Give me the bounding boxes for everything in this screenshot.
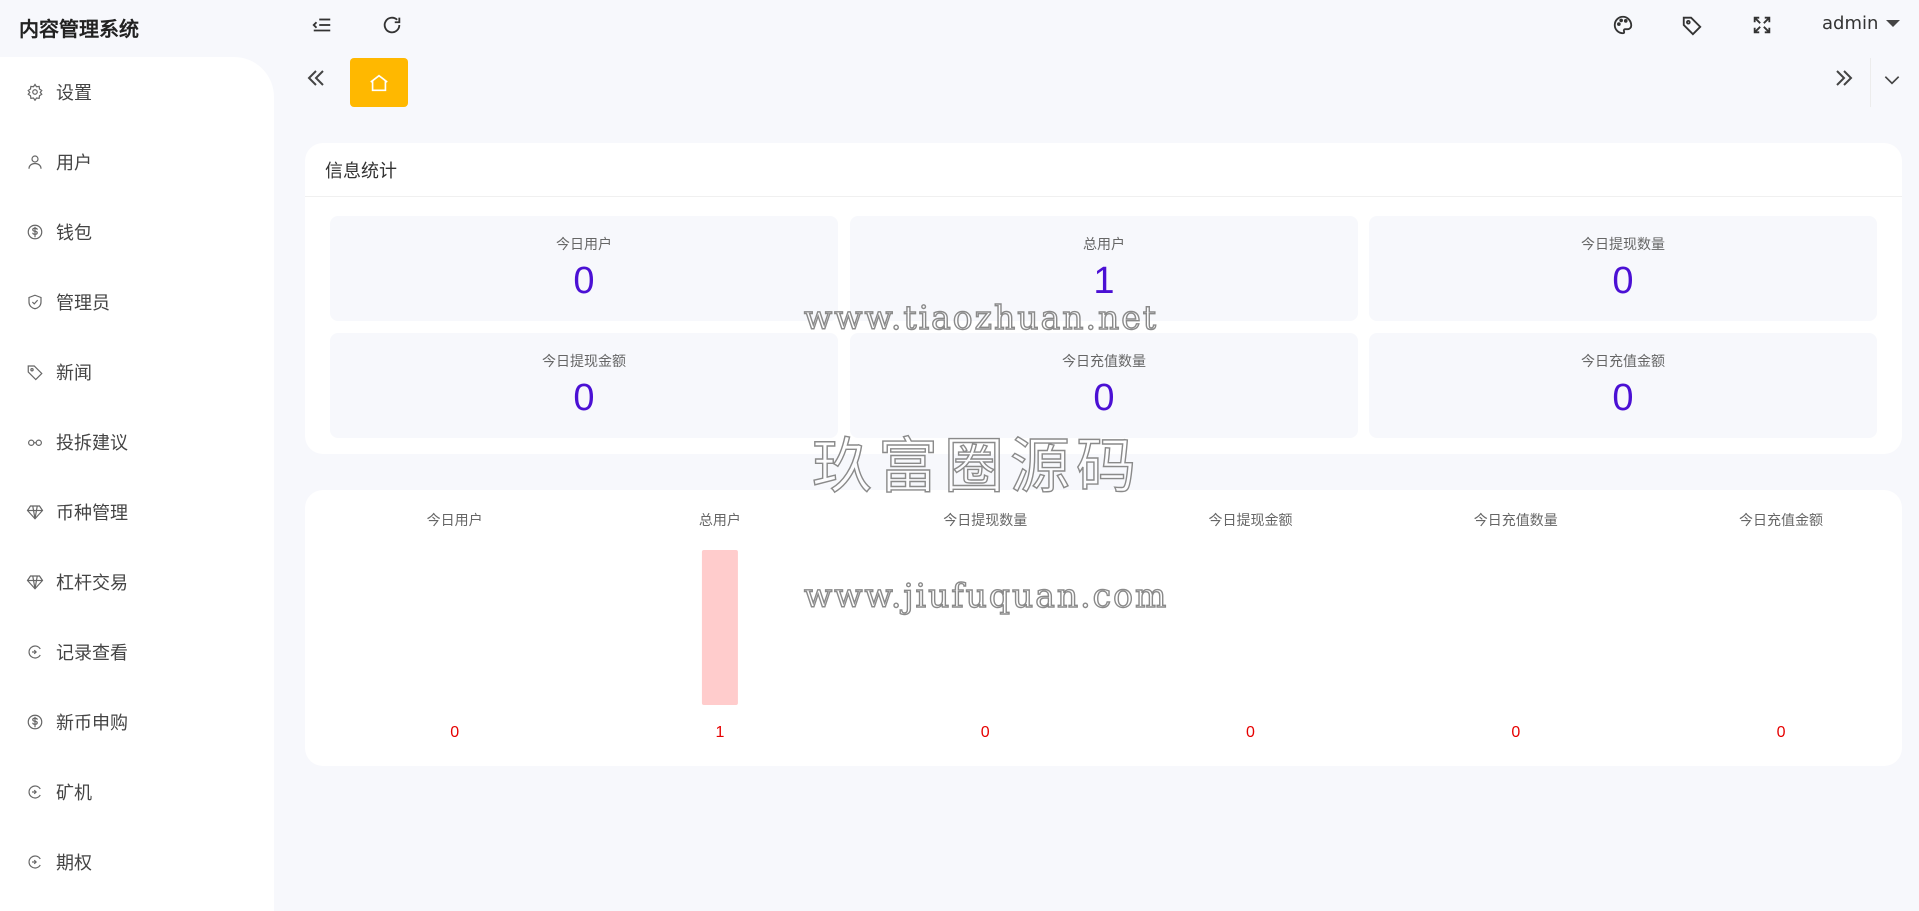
category-label: 今日充值数量 bbox=[1474, 513, 1558, 529]
sidebar-item-feedback[interactable]: 投拆建议 bbox=[0, 407, 274, 477]
tags-button[interactable] bbox=[1675, 8, 1709, 42]
stat-value: 1 bbox=[1093, 260, 1115, 302]
category-label: 今日提现金额 bbox=[1208, 513, 1292, 529]
circle-arrow-icon bbox=[26, 853, 44, 871]
chart-card: 今日用户 0 总用户 1 今日提现数量 0 今日提现金额 0 今日充值数量 0 今日充值金额 0 bbox=[305, 490, 1902, 766]
refresh-button[interactable] bbox=[375, 8, 409, 42]
stat-tile: 今日提现金额 0 bbox=[330, 333, 838, 438]
data-label: 0 bbox=[1511, 724, 1520, 741]
top-bar: 内容管理系统 admin bbox=[0, 0, 1919, 50]
stat-label: 今日充值数量 bbox=[1062, 354, 1146, 370]
stat-tile: 今日充值数量 0 bbox=[850, 333, 1358, 438]
circle-arrow-icon bbox=[26, 783, 44, 801]
sidebar-item-label: 新闻 bbox=[56, 363, 92, 384]
sidebar-item-label: 币种管理 bbox=[56, 503, 128, 524]
stat-tile: 今日用户 0 bbox=[330, 216, 838, 321]
dollar-circle-icon bbox=[26, 223, 44, 241]
stat-tile: 今日提现数量 0 bbox=[1369, 216, 1877, 321]
category-label: 今日提现数量 bbox=[943, 513, 1027, 529]
sidebar: 设置 用户 钱包 管理员 新闻 投拆建议 币种管理 杠杆交易 记录查看 新币申购… bbox=[0, 57, 274, 911]
double-chevron-left-icon bbox=[307, 70, 324, 86]
stat-tile: 总用户 1 bbox=[850, 216, 1358, 321]
sidebar-item-admin[interactable]: 管理员 bbox=[0, 267, 274, 337]
bar bbox=[701, 550, 738, 705]
tab-divider bbox=[1870, 58, 1871, 107]
stat-tile: 今日充值金额 0 bbox=[1369, 333, 1877, 438]
stat-label: 总用户 bbox=[1083, 237, 1125, 253]
sidebar-item-subscription[interactable]: 新币申购 bbox=[0, 687, 274, 757]
stat-value: 0 bbox=[1093, 377, 1115, 419]
sidebar-item-label: 设置 bbox=[56, 83, 92, 104]
data-label: 0 bbox=[981, 724, 990, 741]
sidebar-item-news[interactable]: 新闻 bbox=[0, 337, 274, 407]
sidebar-item-label: 杠杆交易 bbox=[56, 573, 128, 594]
caret-down-icon bbox=[1886, 20, 1901, 27]
stats-title: 信息统计 bbox=[305, 143, 1902, 197]
sidebar-item-label: 投拆建议 bbox=[56, 433, 128, 454]
category-label: 总用户 bbox=[699, 512, 741, 529]
chevron-down-icon bbox=[1884, 76, 1900, 85]
theme-palette-icon bbox=[1613, 15, 1633, 35]
fullscreen-icon bbox=[1753, 16, 1771, 34]
sidebar-item-label: 记录查看 bbox=[56, 643, 128, 664]
circle-arrow-icon bbox=[26, 643, 44, 661]
sidebar-item-label: 管理员 bbox=[56, 293, 110, 314]
stat-label: 今日提现金额 bbox=[542, 354, 626, 370]
user-icon bbox=[26, 153, 44, 171]
data-label: 0 bbox=[450, 724, 459, 741]
sidebar-item-label: 期权 bbox=[56, 853, 92, 874]
app-title: 内容管理系统 bbox=[19, 17, 139, 41]
double-chevron-right-icon bbox=[1836, 70, 1853, 86]
sidebar-item-users[interactable]: 用户 bbox=[0, 127, 274, 197]
sidebar-item-settings[interactable]: 设置 bbox=[0, 57, 274, 127]
stat-value: 0 bbox=[573, 377, 595, 419]
stat-value: 0 bbox=[573, 260, 595, 302]
stats-card: 信息统计 今日用户 0 总用户 1 今日提现数量 0 今日提现金额 0 今日充值… bbox=[305, 143, 1902, 454]
sidebar-item-wallet[interactable]: 钱包 bbox=[0, 197, 274, 267]
fullscreen-button[interactable] bbox=[1745, 8, 1779, 42]
sidebar-item-label: 用户 bbox=[56, 153, 92, 174]
category-label: 今日用户 bbox=[427, 512, 483, 529]
home-icon bbox=[370, 74, 388, 91]
gear-icon bbox=[26, 83, 44, 101]
stat-label: 今日用户 bbox=[556, 237, 612, 253]
sidebar-item-records[interactable]: 记录查看 bbox=[0, 617, 274, 687]
sidebar-item-leverage[interactable]: 杠杆交易 bbox=[0, 547, 274, 617]
sidebar-item-label: 矿机 bbox=[56, 783, 92, 804]
diamond-icon bbox=[26, 503, 44, 521]
sidebar-item-label: 新币申购 bbox=[56, 713, 128, 734]
link-icon bbox=[26, 433, 44, 451]
user-menu[interactable]: admin bbox=[1822, 13, 1901, 34]
sidebar-item-label: 钱包 bbox=[56, 223, 92, 244]
tab-options-button[interactable] bbox=[1882, 70, 1902, 94]
tag-icon bbox=[26, 363, 44, 381]
tab-scroll-left-button[interactable] bbox=[304, 66, 328, 94]
stat-value: 0 bbox=[1612, 377, 1634, 419]
sidebar-item-currency[interactable]: 币种管理 bbox=[0, 477, 274, 547]
tab-home[interactable] bbox=[350, 58, 408, 107]
stat-label: 今日提现数量 bbox=[1581, 237, 1665, 253]
tag-icon bbox=[1682, 16, 1702, 36]
dollar-circle-icon bbox=[26, 713, 44, 731]
stat-label: 今日充值金额 bbox=[1581, 354, 1665, 370]
collapse-menu-icon bbox=[312, 18, 331, 32]
shield-check-icon bbox=[26, 293, 44, 311]
tab-scroll-right-button[interactable] bbox=[1832, 66, 1856, 94]
stat-value: 0 bbox=[1612, 260, 1634, 302]
username: admin bbox=[1822, 13, 1879, 34]
sidebar-item-mining[interactable]: 矿机 bbox=[0, 757, 274, 827]
refresh-icon bbox=[383, 16, 401, 34]
sidebar-item-options[interactable]: 期权 bbox=[0, 827, 274, 897]
data-label: 0 bbox=[1777, 724, 1786, 741]
diamond-icon bbox=[26, 573, 44, 591]
collapse-menu-button[interactable] bbox=[305, 8, 339, 42]
data-label: 0 bbox=[1246, 724, 1255, 741]
bar-chart: 今日用户 0 总用户 1 今日提现数量 0 今日提现金额 0 今日充值数量 0 今日充值金额 0 bbox=[427, 512, 1823, 741]
data-label: 1 bbox=[715, 724, 724, 741]
category-label: 今日充值金额 bbox=[1739, 513, 1823, 529]
theme-button[interactable] bbox=[1606, 8, 1640, 42]
